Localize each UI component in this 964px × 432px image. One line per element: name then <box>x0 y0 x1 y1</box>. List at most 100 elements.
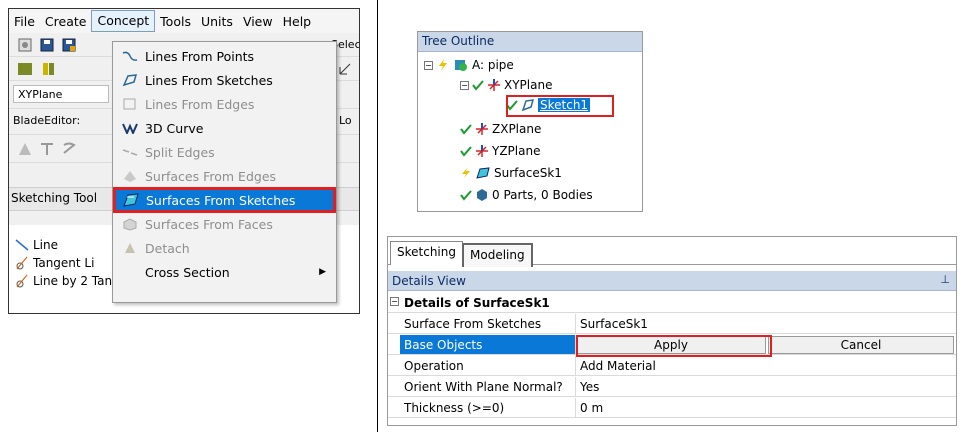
property-value: Apply Cancel <box>576 335 956 354</box>
pin-icon[interactable]: ⊥ <box>940 273 950 286</box>
tree-node-root[interactable]: − A: pipe <box>424 56 514 74</box>
sketch-icon <box>521 99 535 112</box>
list-item[interactable]: Line <box>15 237 58 253</box>
menu-item-lines-from-sketches[interactable]: Lines From Sketches <box>113 68 336 92</box>
property-name: Operation <box>400 356 576 375</box>
tangent-line-icon <box>16 256 28 270</box>
property-name: Surface From Sketches <box>400 314 576 333</box>
menu-item-label: Surfaces From Faces <box>145 216 273 232</box>
model-icon <box>455 60 467 71</box>
check-icon <box>506 100 518 111</box>
lightning-icon <box>462 168 470 178</box>
table-row[interactable]: Operation Add Material <box>388 356 956 376</box>
tree-node-label: A: pipe <box>472 58 514 72</box>
save-icon[interactable] <box>39 37 55 53</box>
tree-node-label: XYPlane <box>504 78 553 92</box>
line-icon <box>15 239 29 251</box>
color-mode-icon[interactable] <box>41 61 57 77</box>
tool-2-icon[interactable] <box>39 141 55 157</box>
save-as-icon[interactable] <box>61 37 77 53</box>
parts-icon <box>477 189 487 201</box>
property-name: Base Objects <box>400 335 576 354</box>
tree-node-xyplane[interactable]: − XYPlane <box>460 76 552 94</box>
menu-item-surfaces-from-sketches[interactable]: Surfaces From Sketches <box>113 187 336 213</box>
concept-dropdown-menu: Lines From Points Lines From Sketches Li… <box>112 41 337 303</box>
surfaces-edges-icon <box>121 168 139 184</box>
property-value[interactable]: 0 m <box>576 398 956 417</box>
submenu-arrow-icon: ▶ <box>319 267 326 277</box>
tree-outline-panel: Tree Outline − A: pipe − XYPlane Sketch1… <box>417 31 643 212</box>
tool-1-icon[interactable] <box>17 141 33 157</box>
tool-3-icon[interactable] <box>61 141 77 157</box>
apply-button[interactable]: Apply <box>576 336 766 354</box>
tree-node-label: ZXPlane <box>492 122 542 136</box>
cancel-button[interactable]: Cancel <box>768 336 954 354</box>
surfaces-faces-icon <box>121 216 139 232</box>
menu-item-lines-from-edges[interactable]: Lines From Edges <box>113 92 336 116</box>
menu-units[interactable]: Units <box>196 12 238 31</box>
table-row[interactable]: Base Objects Apply Cancel <box>388 335 956 355</box>
tree-node-zxplane[interactable]: ZXPlane <box>460 120 541 138</box>
display-mode-icon[interactable] <box>17 61 33 77</box>
tree-node-label: YZPlane <box>492 144 541 158</box>
plane-axis-icon <box>476 123 488 135</box>
list-item-label: Tangent Li <box>33 256 95 270</box>
details-section-title: Details of SurfaceSk1 <box>404 296 550 310</box>
menu-concept[interactable]: Concept <box>91 10 156 32</box>
tree-node-sketch1[interactable]: Sketch1 <box>506 96 591 114</box>
divider <box>377 0 378 432</box>
table-row[interactable]: Orient With Plane Normal? Yes <box>388 377 956 397</box>
menu-item-cross-section[interactable]: Cross Section ▶ <box>113 260 336 284</box>
property-value[interactable]: Yes <box>576 377 956 396</box>
menu-item-label: Surfaces From Sketches <box>146 192 296 208</box>
split-edges-icon <box>121 144 139 160</box>
tree-node-yzplane[interactable]: YZPlane <box>460 142 540 160</box>
planar-icon[interactable] <box>337 61 353 77</box>
menu-item-label: Cross Section <box>145 264 230 280</box>
collapse-icon[interactable]: − <box>424 60 433 70</box>
tree-node-surfacesk1[interactable]: SurfaceSk1 <box>460 164 562 182</box>
toolbar-lo-button[interactable]: Lo <box>339 114 352 127</box>
collapse-icon[interactable]: − <box>390 297 399 306</box>
table-row[interactable]: Surface From Sketches SurfaceSk1 <box>388 314 956 334</box>
property-name: Orient With Plane Normal? <box>400 377 576 396</box>
tree-node-parts[interactable]: 0 Parts, 0 Bodies <box>460 186 593 204</box>
blade-editor-label[interactable]: BladeEditor: <box>13 114 80 127</box>
menu-bar: File Create Concept Tools Units View Hel… <box>9 9 359 33</box>
details-section-row[interactable]: − Details of SurfaceSk1 <box>388 293 956 313</box>
menu-help[interactable]: Help <box>278 12 317 31</box>
collapse-icon[interactable]: − <box>460 80 469 90</box>
property-value[interactable]: Add Material <box>576 356 956 375</box>
menu-file[interactable]: File <box>9 12 40 31</box>
mode-tabs: Sketching Modeling <box>388 237 956 267</box>
check-icon <box>460 146 472 157</box>
tree-node-label: Sketch1 <box>538 98 591 112</box>
menu-item-label: Detach <box>145 240 190 256</box>
list-item[interactable]: Tangent Li <box>15 255 94 271</box>
new-icon[interactable] <box>17 37 33 53</box>
menu-view[interactable]: View <box>238 12 278 31</box>
menu-tools[interactable]: Tools <box>155 12 196 31</box>
surface-sketch-icon <box>476 167 490 179</box>
menu-item-detach[interactable]: Detach <box>113 236 336 260</box>
menu-item-label: Lines From Sketches <box>145 72 273 88</box>
plane-select[interactable]: XYPlane <box>13 85 109 103</box>
tab-modeling[interactable]: Modeling <box>462 243 533 267</box>
tree-outline-header: Tree Outline <box>418 32 642 52</box>
menu-item-surfaces-from-faces[interactable]: Surfaces From Faces <box>113 212 336 236</box>
property-value[interactable]: SurfaceSk1 <box>576 314 956 333</box>
menu-item-split-edges[interactable]: Split Edges <box>113 140 336 164</box>
details-view-title: Details View <box>392 274 466 288</box>
tab-sketching[interactable]: Sketching <box>390 241 463 265</box>
details-view-header: Details View ⊥ <box>388 271 956 291</box>
lines-sketches-icon <box>121 72 139 88</box>
tree-node-label: 0 Parts, 0 Bodies <box>492 188 593 202</box>
sketching-tools-label: Sketching Tool <box>11 191 98 205</box>
menu-item-3d-curve[interactable]: 3D Curve <box>113 116 336 140</box>
table-row[interactable]: Thickness (>=0) 0 m <box>388 398 956 418</box>
surfaces-sketches-icon <box>122 192 140 208</box>
menu-create[interactable]: Create <box>40 12 92 31</box>
plane-axis-icon <box>488 79 500 91</box>
menu-item-lines-from-points[interactable]: Lines From Points <box>113 44 336 68</box>
menu-item-surfaces-from-edges[interactable]: Surfaces From Edges <box>113 164 336 188</box>
